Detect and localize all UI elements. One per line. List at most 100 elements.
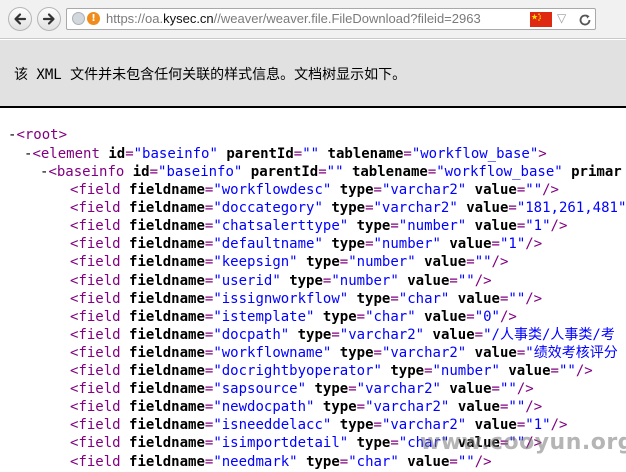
tag-name: field: [78, 399, 121, 416]
tag-open-bracket: <: [16, 127, 25, 143]
attr-name: type: [356, 290, 391, 307]
attr-name: value: [474, 218, 517, 235]
tag-close-bracket: />: [491, 254, 509, 271]
attr-name: value: [407, 272, 450, 289]
attr-name: fieldname: [129, 254, 205, 271]
attr-value: "varchar2": [381, 344, 467, 361]
attr-value: "": [326, 164, 344, 180]
attr-equals: =: [339, 453, 349, 470]
attr-value: "varchar2": [373, 200, 458, 217]
tag-name: field: [78, 272, 121, 289]
attr-value: "varchar2": [365, 399, 450, 416]
attr-value: "newdocpath": [213, 399, 315, 416]
attr-name: type: [297, 326, 332, 343]
xml-info-banner: 该 XML 文件并未包含任何关联的样式信息。文档树显示如下。: [0, 40, 626, 106]
forward-button[interactable]: [37, 7, 61, 31]
attr-value: "number": [348, 254, 416, 271]
attr-value: "char": [365, 308, 416, 325]
attr-equals: =: [356, 308, 366, 325]
attr-name: tablename: [351, 164, 428, 180]
xml-field-line: <field fieldname="docpath" type="varchar…: [70, 326, 615, 344]
attr-value: "docrightbyoperator": [213, 363, 382, 379]
attr-equals: =: [365, 200, 374, 217]
attr-equals: =: [149, 164, 159, 180]
attr-name: type: [306, 254, 340, 271]
attr-value: "char": [398, 290, 450, 307]
tag-close-bracket: />: [525, 399, 543, 416]
attr-equals: =: [491, 236, 500, 253]
attr-equals: =: [516, 182, 526, 198]
attr-name: type: [322, 308, 357, 325]
tag-close-bracket: />: [550, 218, 568, 235]
attr-name: fieldname: [129, 399, 205, 416]
attr-equals: =: [293, 146, 303, 162]
tag-name: field: [78, 453, 121, 470]
attr-name: value: [424, 254, 467, 271]
tag-close-bracket: />: [525, 290, 543, 307]
attr-name: value: [449, 381, 492, 398]
attr-name: fieldname: [129, 435, 205, 452]
tag-name: field: [78, 236, 121, 253]
attr-equals: =: [466, 308, 475, 325]
attr-equals: =: [474, 326, 484, 343]
attr-name: fieldname: [129, 453, 205, 470]
attr-equals: =: [318, 164, 327, 180]
xml-field-line: <field fieldname="workflowdesc" type="va…: [70, 181, 559, 199]
attr-name: fieldname: [129, 363, 205, 379]
xml-field-line: <field fieldname="sapsource" type="varch…: [70, 380, 534, 398]
attr-value: "workflowname": [213, 344, 332, 361]
attr-value: "defaultname": [213, 236, 323, 253]
attr-name: fieldname: [129, 308, 205, 325]
xml-root-line: -<root>: [8, 126, 67, 144]
browser-toolbar: ! https://oa.kysec.cn//weaver/weaver.fil…: [0, 0, 626, 39]
attr-value: "isimportdetail": [213, 435, 349, 452]
tag-open-bracket: <: [32, 146, 41, 162]
attr-value: "1": [499, 236, 526, 253]
tag-name: field: [78, 254, 121, 271]
attr-name: type: [331, 236, 366, 253]
xml-field-line: <field fieldname="newdocpath" type="varc…: [70, 398, 542, 416]
tag-name: field: [78, 363, 121, 379]
attr-equals: =: [491, 381, 500, 398]
xml-element-line: -<element id="baseinfo" parentId="" tabl…: [24, 145, 547, 163]
attr-name: type: [306, 453, 340, 470]
banner-message: 该 XML 文件并未包含任何关联的样式信息。文档树显示如下。: [14, 67, 407, 83]
warning-icon[interactable]: !: [87, 12, 100, 25]
attr-name: fieldname: [129, 218, 205, 235]
attr-equals: =: [466, 254, 475, 271]
attr-name: parentId: [226, 146, 294, 162]
attr-equals: =: [403, 146, 412, 162]
url-text[interactable]: https://oa.kysec.cn//weaver/weaver.file.…: [106, 11, 481, 26]
tag-close-bracket: />: [516, 381, 534, 398]
attr-value: "workflowdesc": [213, 182, 332, 198]
attr-value: "baseinfo": [158, 164, 243, 180]
attr-value: "": [558, 363, 576, 379]
attr-name: type: [314, 381, 349, 398]
tag-name: element: [40, 146, 100, 162]
attr-value: "char": [348, 453, 399, 470]
url-dropdown-icon[interactable]: ▽: [557, 11, 566, 25]
back-button[interactable]: [8, 7, 32, 31]
attr-name: fieldname: [129, 326, 205, 343]
tag-name: field: [78, 308, 121, 325]
attr-equals: =: [508, 200, 517, 217]
reload-icon[interactable]: [578, 12, 592, 31]
attr-value: "varchar2": [356, 381, 441, 398]
tag-name: field: [78, 344, 121, 361]
xml-field-line: <field fieldname="istemplate" type="char…: [70, 308, 517, 326]
attr-value: "number": [432, 363, 500, 379]
attr-value: "": [457, 453, 475, 470]
attr-value: "": [508, 290, 526, 307]
attr-value: "varchar2": [339, 326, 425, 343]
tag-open-bracket: <: [48, 164, 57, 180]
attr-name: type: [339, 182, 374, 198]
attr-equals: =: [373, 182, 382, 198]
url-prefix: https://oa.: [106, 11, 164, 26]
tag-close-bracket: />: [499, 308, 517, 325]
attr-value: "userid": [213, 272, 281, 289]
url-bar[interactable]: ! https://oa.kysec.cn//weaver/weaver.fil…: [66, 8, 596, 30]
attr-name: fieldname: [129, 272, 205, 289]
attr-name: value: [449, 236, 492, 253]
tag-name: field: [78, 200, 121, 217]
tag-close-bracket: />: [474, 272, 492, 289]
